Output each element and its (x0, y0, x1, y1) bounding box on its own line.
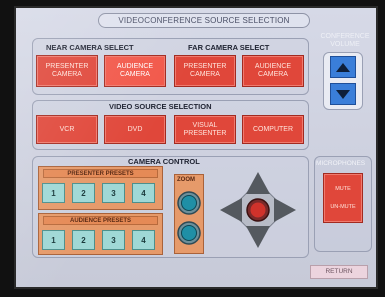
audience-preset-3[interactable]: 3 (102, 230, 125, 250)
audience-preset-1[interactable]: 1 (42, 230, 65, 250)
zoom-in-button[interactable] (177, 191, 201, 215)
audience-preset-4[interactable]: 4 (132, 230, 155, 250)
triangle-up-icon (336, 62, 350, 72)
unmute-label: UN-MUTE (330, 204, 356, 210)
page-title: VIDEOCONFERENCE SOURCE SELECTION (98, 13, 310, 28)
audience-preset-2[interactable]: 2 (72, 230, 95, 250)
mute-unmute-button[interactable]: MUTE UN-MUTE (323, 173, 363, 223)
near-presenter-camera-button[interactable]: PRESENTER CAMERA (36, 55, 98, 87)
zoom-out-button[interactable] (177, 221, 201, 245)
computer-button[interactable]: COMPUTER (242, 115, 304, 144)
near-camera-label: NEAR CAMERA SELECT (46, 43, 134, 52)
tilt-down-button[interactable] (246, 226, 270, 248)
presenter-preset-3[interactable]: 3 (102, 183, 125, 203)
microphones-label: MICROPHONES (316, 160, 366, 167)
camera-home-button[interactable] (246, 198, 270, 222)
zoom-label: ZOOM (177, 177, 195, 183)
conference-volume-label: CONFERENCE VOLUME (320, 33, 370, 48)
volume-up-button[interactable] (330, 56, 356, 78)
camera-control-label: CAMERA CONTROL (128, 157, 200, 166)
far-presenter-camera-button[interactable]: PRESENTER CAMERA (174, 55, 236, 87)
tilt-up-button[interactable] (246, 172, 270, 194)
pan-left-button[interactable] (220, 198, 242, 222)
pan-right-button[interactable] (274, 198, 296, 222)
presenter-preset-2[interactable]: 2 (72, 183, 95, 203)
triangle-down-icon (336, 89, 350, 99)
return-button[interactable]: RETURN (310, 265, 368, 279)
monitor-bezel: VIDEOCONFERENCE SOURCE SELECTION NEAR CA… (0, 0, 385, 297)
near-audience-camera-button[interactable]: AUDIENCE CAMERA (104, 55, 166, 87)
video-source-label: VIDEO SOURCE SELECTION (109, 102, 212, 111)
dvd-button[interactable]: DVD (104, 115, 166, 144)
presenter-presets-label: PRESENTER PRESETS (43, 169, 158, 178)
far-audience-camera-button[interactable]: AUDIENCE CAMERA (242, 55, 304, 87)
visual-presenter-button[interactable]: VISUAL PRESENTER (174, 115, 236, 144)
far-camera-label: FAR CAMERA SELECT (188, 43, 270, 52)
mute-label: MUTE (335, 186, 351, 192)
presenter-preset-4[interactable]: 4 (132, 183, 155, 203)
presenter-preset-1[interactable]: 1 (42, 183, 65, 203)
touch-panel-screen: VIDEOCONFERENCE SOURCE SELECTION NEAR CA… (14, 6, 378, 289)
pan-tilt-dpad (220, 172, 296, 248)
volume-down-button[interactable] (330, 83, 356, 105)
vcr-button[interactable]: VCR (36, 115, 98, 144)
audience-presets-label: AUDIENCE PRESETS (43, 216, 158, 225)
